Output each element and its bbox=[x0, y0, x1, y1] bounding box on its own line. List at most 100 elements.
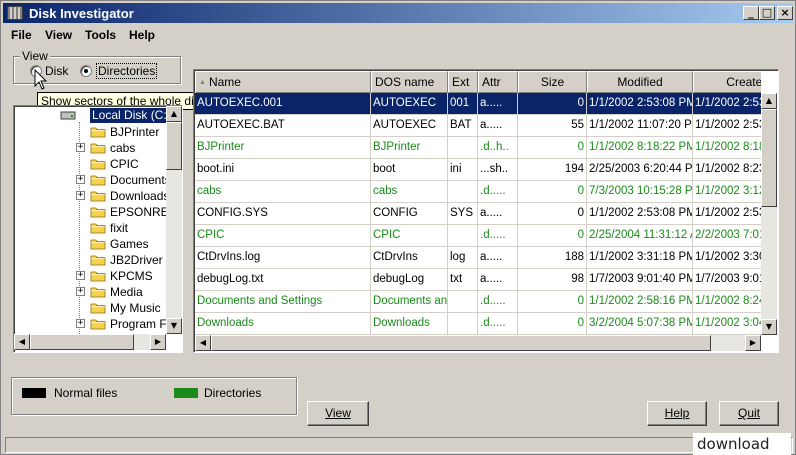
folder-icon bbox=[90, 286, 106, 298]
cell-created: 1/1/2002 8:18 bbox=[693, 137, 761, 159]
table-row[interactable]: AUTOEXEC.001 AUTOEXEC 001 a..... 0 1/1/2002 2… bbox=[195, 93, 761, 115]
sort-arrow-icon: ▲ bbox=[199, 78, 206, 86]
cell-size: 0 bbox=[518, 203, 587, 225]
close-button[interactable]: × bbox=[777, 6, 793, 20]
folder-icon bbox=[90, 190, 106, 202]
file-list[interactable]: ▲NameDOS nameExtAttrSizeModifiedCreated … bbox=[193, 69, 779, 353]
list-hscroll-thumb[interactable] bbox=[211, 335, 711, 351]
table-row[interactable]: boot.ini boot ini ...sh.. 194 2/25/2003 6:20:… bbox=[195, 159, 761, 181]
cell-modified: 1/1/2002 3:31:18 PM bbox=[587, 247, 693, 269]
tree-item-label: Media bbox=[110, 285, 143, 299]
cell-name: BJPrinter bbox=[195, 137, 371, 159]
expand-icon[interactable]: + bbox=[76, 271, 85, 280]
column-header-name[interactable]: ▲ Name bbox=[195, 71, 371, 93]
menu-help[interactable]: Help bbox=[129, 28, 155, 42]
cell-attr: .d..h.. bbox=[478, 137, 518, 159]
column-header-created[interactable]: Created bbox=[693, 71, 761, 93]
list-vertical-scrollbar[interactable]: ▲ ▼ bbox=[761, 93, 777, 335]
mouse-cursor-icon bbox=[34, 69, 48, 90]
table-row[interactable]: CtDrvIns.log CtDrvIns log a..... 188 1/1/2002… bbox=[195, 247, 761, 269]
expand-icon[interactable]: + bbox=[76, 287, 85, 296]
view-button[interactable]: View bbox=[307, 401, 369, 426]
table-row[interactable]: AUTOEXEC.BAT AUTOEXEC BAT a..... 55 1/1/2002 … bbox=[195, 115, 761, 137]
normal-files-label: Normal files bbox=[54, 386, 118, 400]
cell-modified: 7/3/2003 10:15:28 PM bbox=[587, 181, 693, 203]
cell-dos: CtDrvIns bbox=[371, 247, 448, 269]
tree-horizontal-scrollbar[interactable]: ◀ ▶ bbox=[14, 334, 166, 350]
cell-ext: BAT bbox=[448, 115, 478, 137]
cell-ext bbox=[448, 291, 478, 313]
column-header-row: ▲Name DOS name Ext Attr Size Modified Created bbox=[195, 71, 761, 93]
cell-attr: .d..... bbox=[478, 291, 518, 313]
cell-size: 0 bbox=[518, 181, 587, 203]
folder-icon bbox=[90, 270, 106, 282]
cell-modified: 2/25/2003 6:20:44 PM bbox=[587, 159, 693, 181]
list-scroll-down-icon[interactable]: ▼ bbox=[761, 319, 777, 335]
cell-modified: 1/1/2002 2:53:08 PM bbox=[587, 93, 693, 115]
column-header-size[interactable]: Size bbox=[518, 71, 587, 93]
list-scroll-thumb[interactable] bbox=[761, 109, 777, 207]
maximize-button[interactable]: □ bbox=[759, 6, 775, 20]
expand-icon[interactable]: + bbox=[76, 143, 85, 152]
cell-dos: Documents and bbox=[371, 291, 448, 313]
column-header-label: Created bbox=[726, 75, 761, 89]
tree-item-label: Games bbox=[110, 237, 149, 251]
disk-radio-label[interactable]: Disk bbox=[45, 64, 68, 78]
help-button[interactable]: Help bbox=[647, 401, 707, 426]
tree-hscroll-thumb[interactable] bbox=[30, 334, 134, 350]
cell-attr: ...sh.. bbox=[478, 159, 518, 181]
table-row[interactable]: Documents and Settings Documents and .d...… bbox=[195, 291, 761, 313]
column-header-modified[interactable]: Modified bbox=[587, 71, 693, 93]
menu-view[interactable]: View bbox=[45, 28, 72, 42]
tree-item-label: CPIC bbox=[110, 157, 139, 171]
tree-item-label: fixit bbox=[110, 221, 128, 235]
expand-icon[interactable]: + bbox=[76, 191, 85, 200]
directories-legend-label: Directories bbox=[204, 386, 262, 400]
column-header-ext[interactable]: Ext bbox=[448, 71, 478, 93]
cell-name: Documents and Settings bbox=[195, 291, 371, 313]
list-scroll-up-icon[interactable]: ▲ bbox=[761, 93, 777, 109]
table-row[interactable]: Downloads Downloads .d..... 0 3/2/2004 5:07:… bbox=[195, 313, 761, 335]
cell-created: 1/1/2002 3:04 bbox=[693, 313, 761, 335]
quit-button-label: Quit bbox=[737, 406, 760, 420]
cell-size: 0 bbox=[518, 313, 587, 335]
table-row[interactable]: CONFIG.SYS CONFIG SYS a..... 0 1/1/2002 2:53:… bbox=[195, 203, 761, 225]
column-header-label: Attr bbox=[482, 75, 501, 89]
expand-icon[interactable]: + bbox=[76, 319, 85, 328]
column-header-label: Name bbox=[208, 75, 241, 89]
menu-file[interactable]: File bbox=[11, 28, 32, 42]
tree-item-label: EPSONRE bbox=[110, 205, 166, 219]
minimize-button[interactable]: _ bbox=[743, 6, 759, 20]
cell-size: 188 bbox=[518, 247, 587, 269]
column-header-dos[interactable]: DOS name bbox=[371, 71, 448, 93]
tree-item-label: Program Fil bbox=[110, 317, 166, 331]
list-scroll-right-icon[interactable]: ▶ bbox=[745, 335, 761, 351]
cell-size: 0 bbox=[518, 225, 587, 247]
table-row[interactable]: cabs cabs .d..... 0 7/3/2003 10:15:28 PM 1/1/… bbox=[195, 181, 761, 203]
title-bar[interactable]: Disk Investigator _ □ × bbox=[3, 3, 793, 23]
tree-scroll-right-icon[interactable]: ▶ bbox=[150, 334, 166, 350]
tree-scroll-down-icon[interactable]: ▼ bbox=[166, 318, 182, 334]
directories-radio[interactable] bbox=[80, 65, 92, 77]
list-horizontal-scrollbar[interactable]: ◀ ▶ bbox=[195, 335, 761, 351]
menu-tools[interactable]: Tools bbox=[85, 28, 116, 42]
column-header-attr[interactable]: Attr bbox=[478, 71, 518, 93]
tree-vertical-scrollbar[interactable]: ▲ ▼ bbox=[166, 106, 182, 334]
tree-scroll-up-icon[interactable]: ▲ bbox=[166, 106, 182, 122]
cell-modified: 3/2/2004 5:07:38 PM bbox=[587, 313, 693, 335]
color-legend: Normal files Directories bbox=[11, 377, 297, 415]
table-row[interactable]: BJPrinter BJPrinter .d..h.. 0 1/1/2002 8:18:… bbox=[195, 137, 761, 159]
cell-attr: .d..... bbox=[478, 181, 518, 203]
status-bar bbox=[5, 437, 793, 453]
cell-modified: 1/1/2002 8:18:22 PM bbox=[587, 137, 693, 159]
cell-modified: 1/1/2002 2:58:16 PM bbox=[587, 291, 693, 313]
table-row[interactable]: CPICCPIC .d.....02/25/2004 11:31:12 AM2/2… bbox=[195, 225, 761, 247]
tree-scroll-thumb[interactable] bbox=[166, 122, 182, 170]
tree-scroll-left-icon[interactable]: ◀ bbox=[14, 334, 30, 350]
directories-radio-label[interactable]: Directories bbox=[96, 63, 158, 79]
expand-icon[interactable]: + bbox=[76, 175, 85, 184]
directory-tree[interactable]: Local Disk (C:) BJPrinter + cabs CPIC + Docum… bbox=[13, 105, 183, 353]
table-row[interactable]: debugLog.txt debugLog txt a..... 98 1/7/2003 … bbox=[195, 269, 761, 291]
list-scroll-left-icon[interactable]: ◀ bbox=[195, 335, 211, 351]
quit-button[interactable]: Quit bbox=[719, 401, 779, 426]
